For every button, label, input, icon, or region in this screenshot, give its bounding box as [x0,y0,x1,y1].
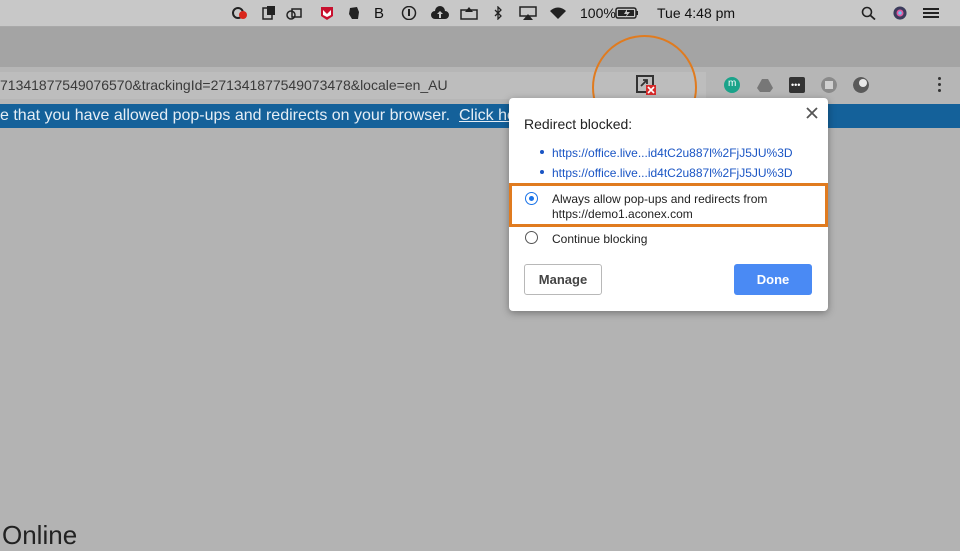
battery-icon[interactable] [615,6,639,20]
blocked-link-2[interactable]: https://office.live...id4tC2u887l%2FjJ5J… [540,166,793,180]
cloud-upload-icon[interactable] [430,6,450,20]
siri-icon[interactable] [892,6,908,20]
dialog-title: Redirect blocked: [524,116,633,132]
bullet-icon [540,169,544,174]
done-button[interactable]: Done [734,264,812,295]
blocked-link-text[interactable]: https://office.live...id4tC2u887l%2FjJ5J… [552,146,793,160]
creative-cloud-icon[interactable] [232,6,248,20]
menu-bar: B 100% Tue 4:48 pm [0,0,960,27]
bullet-icon [540,149,544,154]
page-heading: Online [2,520,78,550]
block-option-label[interactable]: Continue blocking [552,232,647,247]
manage-button[interactable]: Manage [524,264,602,295]
bluetooth-icon[interactable] [490,6,506,20]
banner-text: e that you have allowed pop-ups and redi… [0,107,451,124]
battery-percent: 100% [580,5,616,21]
allow-option-line1[interactable]: Always allow pop-ups and redirects from [552,192,767,207]
clipboard-icon[interactable] [261,6,277,20]
upload-tray-icon[interactable] [460,6,478,20]
close-icon[interactable] [805,106,819,120]
circle-extension-icon[interactable] [853,77,869,93]
airplay-icon[interactable] [519,6,537,20]
tab-strip [0,27,960,67]
redirect-blocked-dialog: Redirect blocked: https://office.live...… [509,98,828,311]
blocked-link-1[interactable]: https://office.live...id4tC2u887l%2FjJ5J… [540,146,793,160]
allow-radio[interactable] [525,192,538,205]
search-icon[interactable] [861,6,877,20]
menu-clock[interactable]: Tue 4:48 pm [657,5,735,21]
browser-menu-icon[interactable] [938,77,942,95]
mcafee-icon[interactable] [319,6,335,20]
m-extension-icon[interactable]: m [724,77,740,93]
allow-option-line2[interactable]: https://demo1.aconex.com [552,207,693,222]
blocked-link-text[interactable]: https://office.live...id4tC2u887l%2FjJ5J… [552,166,793,180]
wifi-icon[interactable] [548,6,568,20]
menu-list-icon[interactable] [922,6,940,20]
puzzle-extension-icon[interactable] [821,77,837,93]
dots-extension-icon[interactable]: ••• [789,77,805,93]
block-radio[interactable] [525,231,538,244]
banner-link[interactable]: Click he [459,107,516,125]
popup-blocked-icon[interactable] [635,74,657,96]
sync-icon[interactable] [286,6,302,20]
info-icon[interactable] [401,6,417,20]
evernote-icon[interactable] [346,6,362,20]
drive-extension-icon[interactable] [757,77,773,93]
bold-b-icon[interactable]: B [374,5,384,22]
url-text[interactable]: 71341877549076570&trackingId=27134187754… [0,77,448,93]
